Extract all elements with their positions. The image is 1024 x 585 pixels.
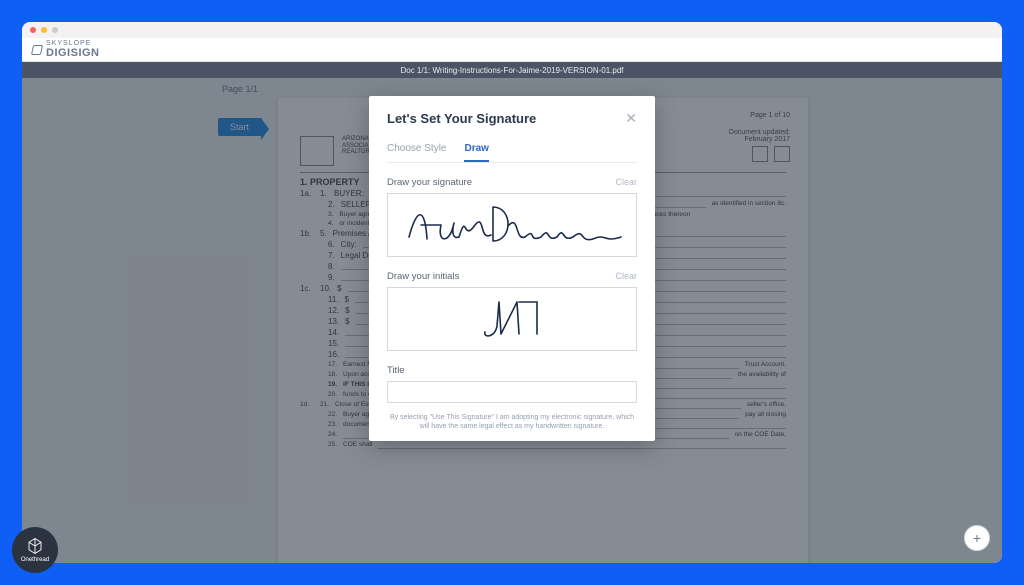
initials-drawing — [467, 294, 557, 344]
modal-title: Let's Set Your Signature — [387, 111, 536, 126]
tab-choose-style[interactable]: Choose Style — [387, 137, 446, 162]
signature-canvas[interactable] — [387, 193, 637, 257]
title-label: Title — [387, 365, 405, 376]
onethread-badge: Onethread — [12, 527, 58, 573]
window-min-dot[interactable] — [41, 27, 47, 33]
brand-small: SKYSLOPE — [46, 40, 100, 47]
badge-label: Onethread — [21, 557, 49, 563]
cube-icon — [26, 537, 44, 555]
title-input[interactable] — [387, 381, 637, 403]
initials-label: Draw your initials — [387, 271, 459, 282]
signature-disclaimer: By selecting "Use This Signature" I am a… — [387, 413, 637, 431]
app-window: SKYSLOPE DIGISIGN Doc 1/1: Writing-Instr… — [22, 22, 1002, 563]
signature-drawing — [397, 197, 627, 253]
window-titlebar — [22, 22, 1002, 38]
brand-logo: SKYSLOPE DIGISIGN — [32, 40, 100, 59]
tab-draw[interactable]: Draw — [464, 137, 488, 162]
close-icon[interactable]: ✕ — [625, 110, 637, 127]
initials-canvas[interactable] — [387, 287, 637, 351]
clear-signature-button[interactable]: Clear — [615, 177, 637, 188]
document-name: Doc 1/1: Writing-Instructions-For-Jaime-… — [400, 66, 623, 75]
add-fab-button[interactable]: + — [964, 525, 990, 551]
plus-icon: + — [973, 530, 981, 546]
canvas-area: Page 1/1 Start Page 1 of 10 Document upd… — [22, 78, 1002, 563]
app-header: SKYSLOPE DIGISIGN — [22, 38, 1002, 62]
brand-icon — [31, 45, 43, 55]
window-max-dot[interactable] — [52, 27, 58, 33]
signature-label: Draw your signature — [387, 177, 472, 188]
brand-name: DIGISIGN — [46, 47, 100, 59]
window-close-dot[interactable] — [30, 27, 36, 33]
signature-modal: Let's Set Your Signature ✕ Choose Style … — [369, 96, 655, 441]
document-bar: Doc 1/1: Writing-Instructions-For-Jaime-… — [22, 62, 1002, 78]
clear-initials-button[interactable]: Clear — [615, 271, 637, 282]
